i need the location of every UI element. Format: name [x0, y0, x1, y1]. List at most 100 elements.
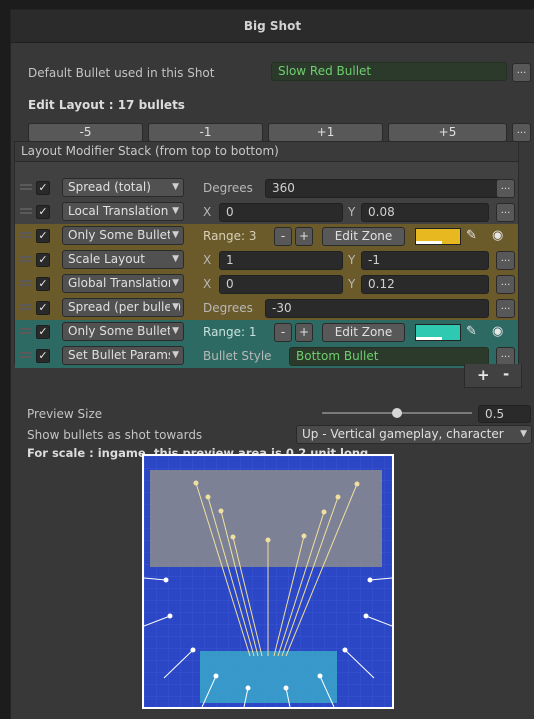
- default-bullet-label: Default Bullet used in this Shot: [28, 66, 215, 80]
- add-5-bullets-button[interactable]: +5: [388, 123, 507, 142]
- modifier-more-button[interactable]: ...: [496, 299, 515, 318]
- preview-size-slider-knob[interactable]: [392, 408, 402, 418]
- window-title: Big Shot: [11, 10, 534, 43]
- shot-direction-dropdown[interactable]: Up - Vertical gameplay, character ▼: [296, 425, 532, 444]
- y-field[interactable]: -1: [361, 251, 489, 270]
- modifier-type-dropdown[interactable]: Spread (total) ▼: [62, 178, 184, 197]
- edit-zone-button[interactable]: Edit Zone: [322, 227, 405, 246]
- x-field[interactable]: 1: [219, 251, 343, 270]
- y-field[interactable]: 0.12: [361, 275, 489, 294]
- modifier-enabled-checkbox[interactable]: ✓: [36, 301, 50, 315]
- add-modifier-button[interactable]: +: [477, 366, 490, 384]
- teal-zone-rect: [200, 651, 337, 703]
- modifier-type-dropdown[interactable]: Only Some Bullets ▼: [62, 226, 184, 245]
- modifier-row-local-translation: ✓ Local Translation ▼ X 0 Y 0.08 ...: [15, 200, 518, 224]
- degrees-field[interactable]: -30: [265, 299, 489, 318]
- add-1-bullet-button[interactable]: +1: [268, 123, 383, 142]
- modifier-type-label: Only Some Bullets: [68, 228, 178, 242]
- modifier-type-dropdown[interactable]: Spread (per bullet) ▼: [62, 298, 184, 317]
- modifier-enabled-checkbox[interactable]: ✓: [36, 325, 50, 339]
- bullet: [367, 577, 373, 583]
- eye-icon[interactable]: ◉: [492, 228, 503, 243]
- remove-modifier-button[interactable]: -: [503, 365, 509, 383]
- bullet: [265, 537, 271, 543]
- modifier-enabled-checkbox[interactable]: ✓: [36, 253, 50, 267]
- modifier-type-label: Only Some Bullets: [68, 324, 178, 338]
- preview-size-label: Preview Size: [27, 407, 103, 421]
- range-decrease-button[interactable]: -: [274, 227, 292, 246]
- modifier-row-global-translation: ✓ Global Translation ▼ X 0 Y 0.12 ...: [15, 272, 518, 296]
- chevron-down-icon: ▼: [518, 426, 527, 443]
- modifier-row-only-some-bullets-teal: ✓ Only Some Bullets ▼ Range: 1 - + Edit Z…: [15, 320, 518, 344]
- chevron-down-icon: ▼: [170, 251, 179, 268]
- drag-handle-icon[interactable]: [20, 184, 32, 190]
- modifier-enabled-checkbox[interactable]: ✓: [36, 349, 50, 363]
- bullet: [163, 577, 169, 583]
- eyedropper-icon[interactable]: ✎: [466, 228, 477, 243]
- chevron-down-icon: ▼: [170, 227, 179, 244]
- bullet: [213, 673, 219, 679]
- stack-add-remove-footer: + -: [464, 364, 522, 388]
- preview-size-field[interactable]: 0.5: [478, 405, 531, 423]
- modifier-more-button[interactable]: ...: [496, 179, 515, 198]
- modifier-more-button[interactable]: ...: [496, 275, 515, 294]
- modifier-enabled-checkbox[interactable]: ✓: [36, 229, 50, 243]
- modifier-enabled-checkbox[interactable]: ✓: [36, 205, 50, 219]
- default-bullet-field[interactable]: Slow Red Bullet: [271, 62, 507, 81]
- modifier-enabled-checkbox[interactable]: ✓: [36, 277, 50, 291]
- edit-zone-button[interactable]: Edit Zone: [322, 323, 405, 342]
- modifier-stack: ✓ Spread (total) ▼ Degrees 360 ... ✓ Loca…: [14, 161, 519, 368]
- preview-size-slider[interactable]: [322, 408, 472, 418]
- bullet: [354, 481, 360, 487]
- drag-handle-icon[interactable]: [20, 208, 32, 214]
- modifier-more-button[interactable]: ...: [496, 203, 515, 222]
- bullet-style-label: Bullet Style: [203, 349, 272, 363]
- modifier-type-dropdown[interactable]: Set Bullet Params ▼: [62, 346, 184, 365]
- range-increase-button[interactable]: +: [295, 227, 313, 246]
- zone-color-swatch[interactable]: [415, 324, 461, 341]
- modifier-type-dropdown[interactable]: Scale Layout ▼: [62, 250, 184, 269]
- drag-handle-icon[interactable]: [20, 256, 32, 262]
- drag-handle-icon[interactable]: [20, 304, 32, 310]
- remove-5-bullets-button[interactable]: -5: [28, 123, 143, 142]
- bullet: [193, 480, 199, 486]
- shot-direction-label: Show bullets as shot towards: [27, 428, 203, 442]
- chevron-down-icon: ▼: [170, 179, 179, 196]
- range-increase-button[interactable]: +: [295, 323, 313, 342]
- zone-color-swatch[interactable]: [415, 228, 461, 245]
- drag-handle-icon[interactable]: [20, 352, 32, 358]
- x-field[interactable]: 0: [219, 275, 343, 294]
- yellow-zone-rect: [150, 470, 382, 567]
- drag-handle-icon[interactable]: [20, 280, 32, 286]
- modifier-type-label: Spread (per bullet): [68, 300, 182, 314]
- eye-icon[interactable]: ◉: [492, 324, 503, 339]
- modifier-more-button[interactable]: ...: [496, 251, 515, 270]
- y-field[interactable]: 0.08: [361, 203, 489, 222]
- edit-layout-more-button[interactable]: ...: [512, 123, 531, 142]
- y-label: Y: [348, 277, 356, 291]
- modifier-type-dropdown[interactable]: Local Translation ▼: [62, 202, 184, 221]
- eyedropper-icon[interactable]: ✎: [466, 324, 477, 339]
- bullet-preview-area: [142, 454, 394, 709]
- modifier-type-dropdown[interactable]: Global Translation ▼: [62, 274, 184, 293]
- x-field[interactable]: 0: [219, 203, 343, 222]
- modifier-row-scale-layout: ✓ Scale Layout ▼ X 1 Y -1 ...: [15, 248, 518, 272]
- drag-handle-icon[interactable]: [20, 232, 32, 238]
- modifier-enabled-checkbox[interactable]: ✓: [36, 181, 50, 195]
- x-label: X: [203, 253, 212, 267]
- remove-1-bullet-button[interactable]: -1: [148, 123, 263, 142]
- default-bullet-more-button[interactable]: ...: [512, 63, 531, 82]
- bullet: [190, 647, 196, 653]
- modifier-type-dropdown[interactable]: Only Some Bullets ▼: [62, 322, 184, 341]
- range-decrease-button[interactable]: -: [274, 323, 292, 342]
- modifier-row-only-some-bullets-yellow: ✓ Only Some Bullets ▼ Range: 3 - + Edit Z…: [15, 224, 518, 248]
- modifier-type-label: Scale Layout: [68, 252, 145, 266]
- bullet-style-field[interactable]: Bottom Bullet: [289, 347, 489, 366]
- bullet: [283, 685, 289, 691]
- bullet-preview-canvas: [144, 456, 392, 707]
- degrees-field[interactable]: 360: [265, 179, 502, 198]
- drag-handle-icon[interactable]: [20, 328, 32, 334]
- shot-direction-value: Up - Vertical gameplay, character: [302, 427, 504, 441]
- modifier-row-set-bullet-params: ✓ Set Bullet Params ▼ Bullet Style Bottom…: [15, 344, 518, 368]
- degrees-label: Degrees: [203, 181, 253, 195]
